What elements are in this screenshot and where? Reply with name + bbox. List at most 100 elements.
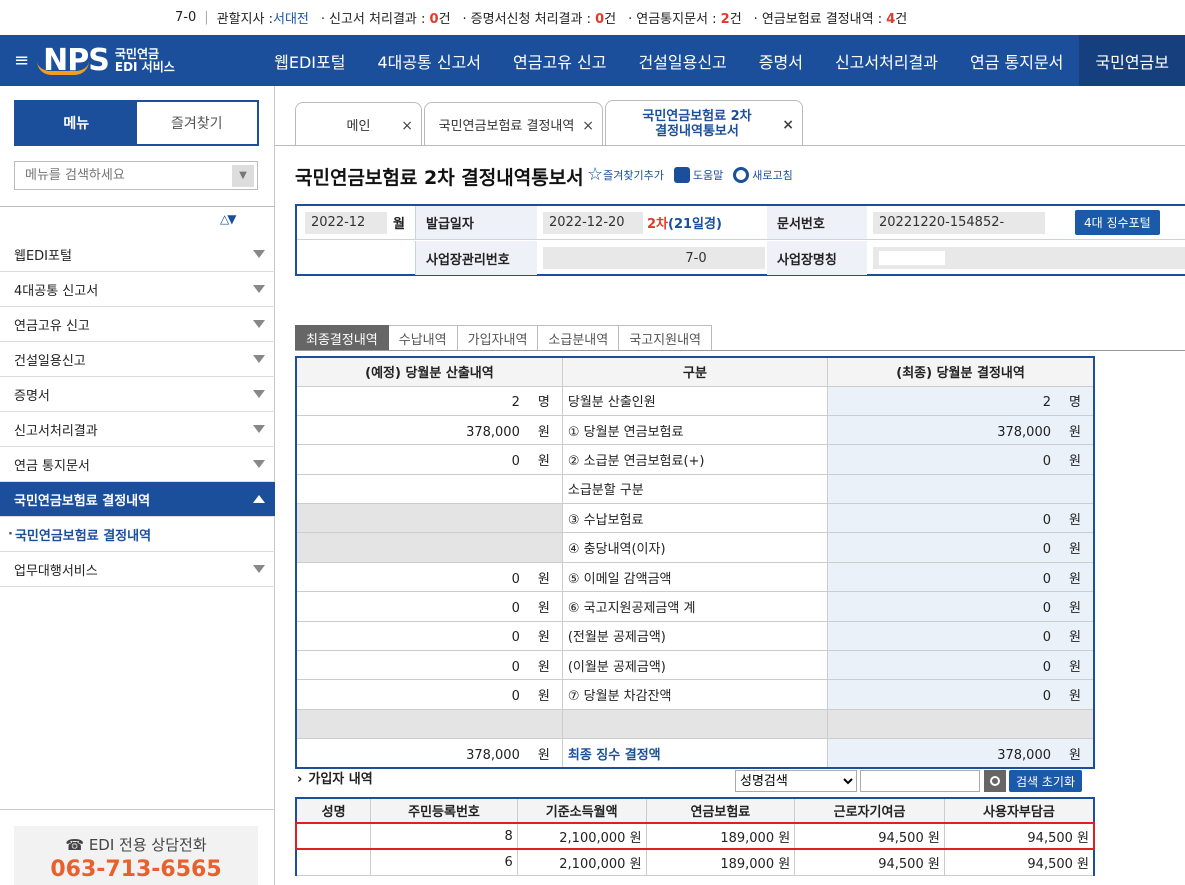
category-label: 최종 징수 결정액 xyxy=(561,738,829,769)
cell-income: 2,100,000 원 xyxy=(516,822,647,850)
sidebar-item-report-result[interactable]: 신고서처리결과 xyxy=(0,412,275,447)
status-premium-decision[interactable]: 연금보험료 결정내역 : 4건 xyxy=(754,8,907,27)
tab-menu[interactable]: 메뉴 xyxy=(16,102,137,144)
content-tabs: 메인 × 국민연금보험료 결정내역 × 국민연금보험료 2차 결정내역통보서 × xyxy=(295,100,805,146)
tab-premium-decision[interactable]: 국민연금보험료 결정내역 × xyxy=(424,102,603,146)
nav-item-certificate[interactable]: 증명서 xyxy=(743,35,819,86)
status-report-result[interactable]: 신고서 처리결과 : 0건 xyxy=(321,8,451,27)
nav-item-construction[interactable]: 건설일용신고 xyxy=(622,35,742,86)
tab-favorites[interactable]: 즐겨찾기 xyxy=(136,102,257,144)
category-label: ⑦ 당월분 차감잔액 xyxy=(561,679,829,710)
status-pension-notice[interactable]: 연금통지문서 : 2건 xyxy=(628,8,741,27)
planned-value xyxy=(295,473,563,505)
close-icon[interactable]: × xyxy=(782,118,794,133)
logo[interactable]: NPS 국민연금 EDI 서비스 xyxy=(37,35,258,86)
sidebar-item-web-edi[interactable]: 웹EDI포털 xyxy=(0,237,275,272)
category-label: (전월분 공제금액) xyxy=(561,620,829,652)
category-label: ⑤ 이메일 감액금액 xyxy=(561,561,829,593)
workplace-name-label: 사업장명칭 xyxy=(767,241,867,275)
subscriber-row[interactable]: 8 2,100,000 원 189,000 원 94,500 원 94,500 원 xyxy=(295,822,1095,850)
table-row: 0 원 (전월분 공제금액) 0 원 xyxy=(295,620,1095,652)
cell-employer: 94,500 원 xyxy=(943,848,1095,876)
close-icon[interactable]: × xyxy=(401,118,413,134)
planned-value: 0원 xyxy=(295,591,563,622)
table-row: 378,000 원 ① 당월분 연금보험료 378,000 원 xyxy=(295,414,1095,446)
sidebar-item-premium-decision[interactable]: 국민연금보험료 결정내역 xyxy=(0,482,275,517)
category-label: ③ 수납보험료 xyxy=(561,503,829,534)
sidebar-item-certificate[interactable]: 증명서 xyxy=(0,377,275,412)
planned-value: 0원 xyxy=(295,679,563,710)
elapsed-value: (21일경) xyxy=(668,217,722,232)
sidebar-item-pension-notice[interactable]: 연금 통지문서 xyxy=(0,447,275,482)
collection-portal-button[interactable]: 4대 징수포털 xyxy=(1075,210,1160,235)
search-type-select[interactable]: 성명검색 xyxy=(735,770,857,792)
final-value: 0원 xyxy=(827,620,1095,652)
planned-value: 378,000 원 xyxy=(295,738,563,769)
planned-value xyxy=(295,532,563,563)
subscriber-section-title: 가입자 내역 xyxy=(297,768,372,787)
sidebar-item-agency-service[interactable]: 업무대행서비스 xyxy=(0,552,275,587)
help-button[interactable]: 도움말 xyxy=(673,167,723,183)
chevron-down-icon xyxy=(253,565,265,573)
doc-no-label: 문서번호 xyxy=(767,206,867,239)
subscriber-row[interactable]: 6 2,100,000 원 189,000 원 94,500 원 94,500 원 xyxy=(295,848,1095,876)
status-certificate-result[interactable]: 증명서신청 처리결과 : 0건 xyxy=(463,8,616,27)
search-reset-button[interactable]: 검색 초기화 xyxy=(1009,770,1083,792)
final-value xyxy=(827,708,1095,740)
tab-state-support[interactable]: 국고지원내역 xyxy=(619,325,712,351)
menu-search-input[interactable] xyxy=(15,168,232,183)
table-row: 0원② 소급분 연금보험료(+) 0 원 xyxy=(295,444,1095,475)
tab-subscribers[interactable]: 가입자내역 xyxy=(457,325,539,351)
search-icon xyxy=(990,776,1000,786)
nav-item-report-result[interactable]: 신고서처리결과 xyxy=(819,35,954,86)
logo-subtitle: 국민연금 EDI 서비스 xyxy=(114,46,175,74)
category-label: (이월분 공제금액) xyxy=(561,650,829,681)
chevron-down-icon[interactable]: ▼ xyxy=(232,164,254,187)
chevron-up-icon xyxy=(253,495,265,503)
final-value: 0원 xyxy=(827,591,1095,622)
phone-title: ☎ EDI 전용 상담전화 xyxy=(65,836,207,854)
close-icon[interactable]: × xyxy=(582,118,594,134)
cell-premium: 189,000 원 xyxy=(645,822,796,850)
category-label: 당월분 산출인원 xyxy=(561,385,829,416)
tab-payment[interactable]: 수납내역 xyxy=(388,325,458,351)
chevron-down-icon xyxy=(253,425,265,433)
category-label: ① 당월분 연금보험료 xyxy=(561,414,829,446)
category-label: ⑥ 국고지원공제금액 계 xyxy=(561,591,829,622)
planned-value xyxy=(295,503,563,534)
sidebar-menu-list: 웹EDI포털 4대공통 신고서 연금고유 신고 건설일용신고 증명서 신고서처리… xyxy=(0,237,275,587)
nav-item-common-report[interactable]: 4대공통 신고서 xyxy=(361,35,497,86)
category-label: 소급분할 구분 xyxy=(561,473,829,505)
planned-value xyxy=(295,708,563,740)
table-row: 0원⑤ 이메일 감액금액 0 원 xyxy=(295,561,1095,593)
tab-retroactive[interactable]: 소급분내역 xyxy=(538,325,620,351)
sidebar-item-construction[interactable]: 건설일용신고 xyxy=(0,342,275,377)
nav-item-pension-report[interactable]: 연금고유 신고 xyxy=(497,35,622,86)
refresh-button[interactable]: 새로고침 xyxy=(733,167,793,183)
sidebar-item-pension-report[interactable]: 연금고유 신고 xyxy=(0,307,275,342)
cell-income: 2,100,000 원 xyxy=(516,848,647,876)
nav-item-premium[interactable]: 국민연금보 xyxy=(1079,35,1185,86)
workplace-name-value xyxy=(873,247,1185,269)
logo-text: NPS xyxy=(37,43,110,78)
doc-no-value: 20221220-154852- xyxy=(873,211,1045,234)
name-search-input[interactable] xyxy=(860,770,980,792)
sidebar-item-common-report[interactable]: 4대공통 신고서 xyxy=(0,272,275,307)
sidebar-subitem-premium-decision[interactable]: 국민연금보험료 결정내역 xyxy=(0,517,275,552)
year-month-value: 2022-12 xyxy=(305,211,387,234)
nav-item-web-edi[interactable]: 웹EDI포털 xyxy=(258,35,361,86)
branch-value[interactable]: 서대전 xyxy=(273,8,309,27)
expand-collapse-icon[interactable]: △▼ xyxy=(220,212,237,226)
planned-value: 378,000 원 xyxy=(295,414,563,446)
final-value: 378,000 원 xyxy=(827,414,1095,446)
month-unit: 월 xyxy=(393,217,405,232)
cell-rrn: 6 xyxy=(370,848,518,876)
nav-item-pension-notice[interactable]: 연금 통지문서 xyxy=(954,35,1079,86)
tab-main[interactable]: 메인 × xyxy=(295,102,422,146)
notice-info-block: 2022-12 월 발급일자 2022-12-20 2차 (21일경) 문서번호… xyxy=(295,204,1185,276)
search-button[interactable] xyxy=(984,770,1006,792)
add-favorite-button[interactable]: ☆ 즐겨찾기추가 xyxy=(587,166,664,184)
tab-final-decision[interactable]: 최종결정내역 xyxy=(295,325,389,351)
tab-2nd-decision-notice[interactable]: 국민연금보험료 2차 결정내역통보서 × xyxy=(605,100,803,146)
final-value: 0원 xyxy=(827,444,1095,475)
